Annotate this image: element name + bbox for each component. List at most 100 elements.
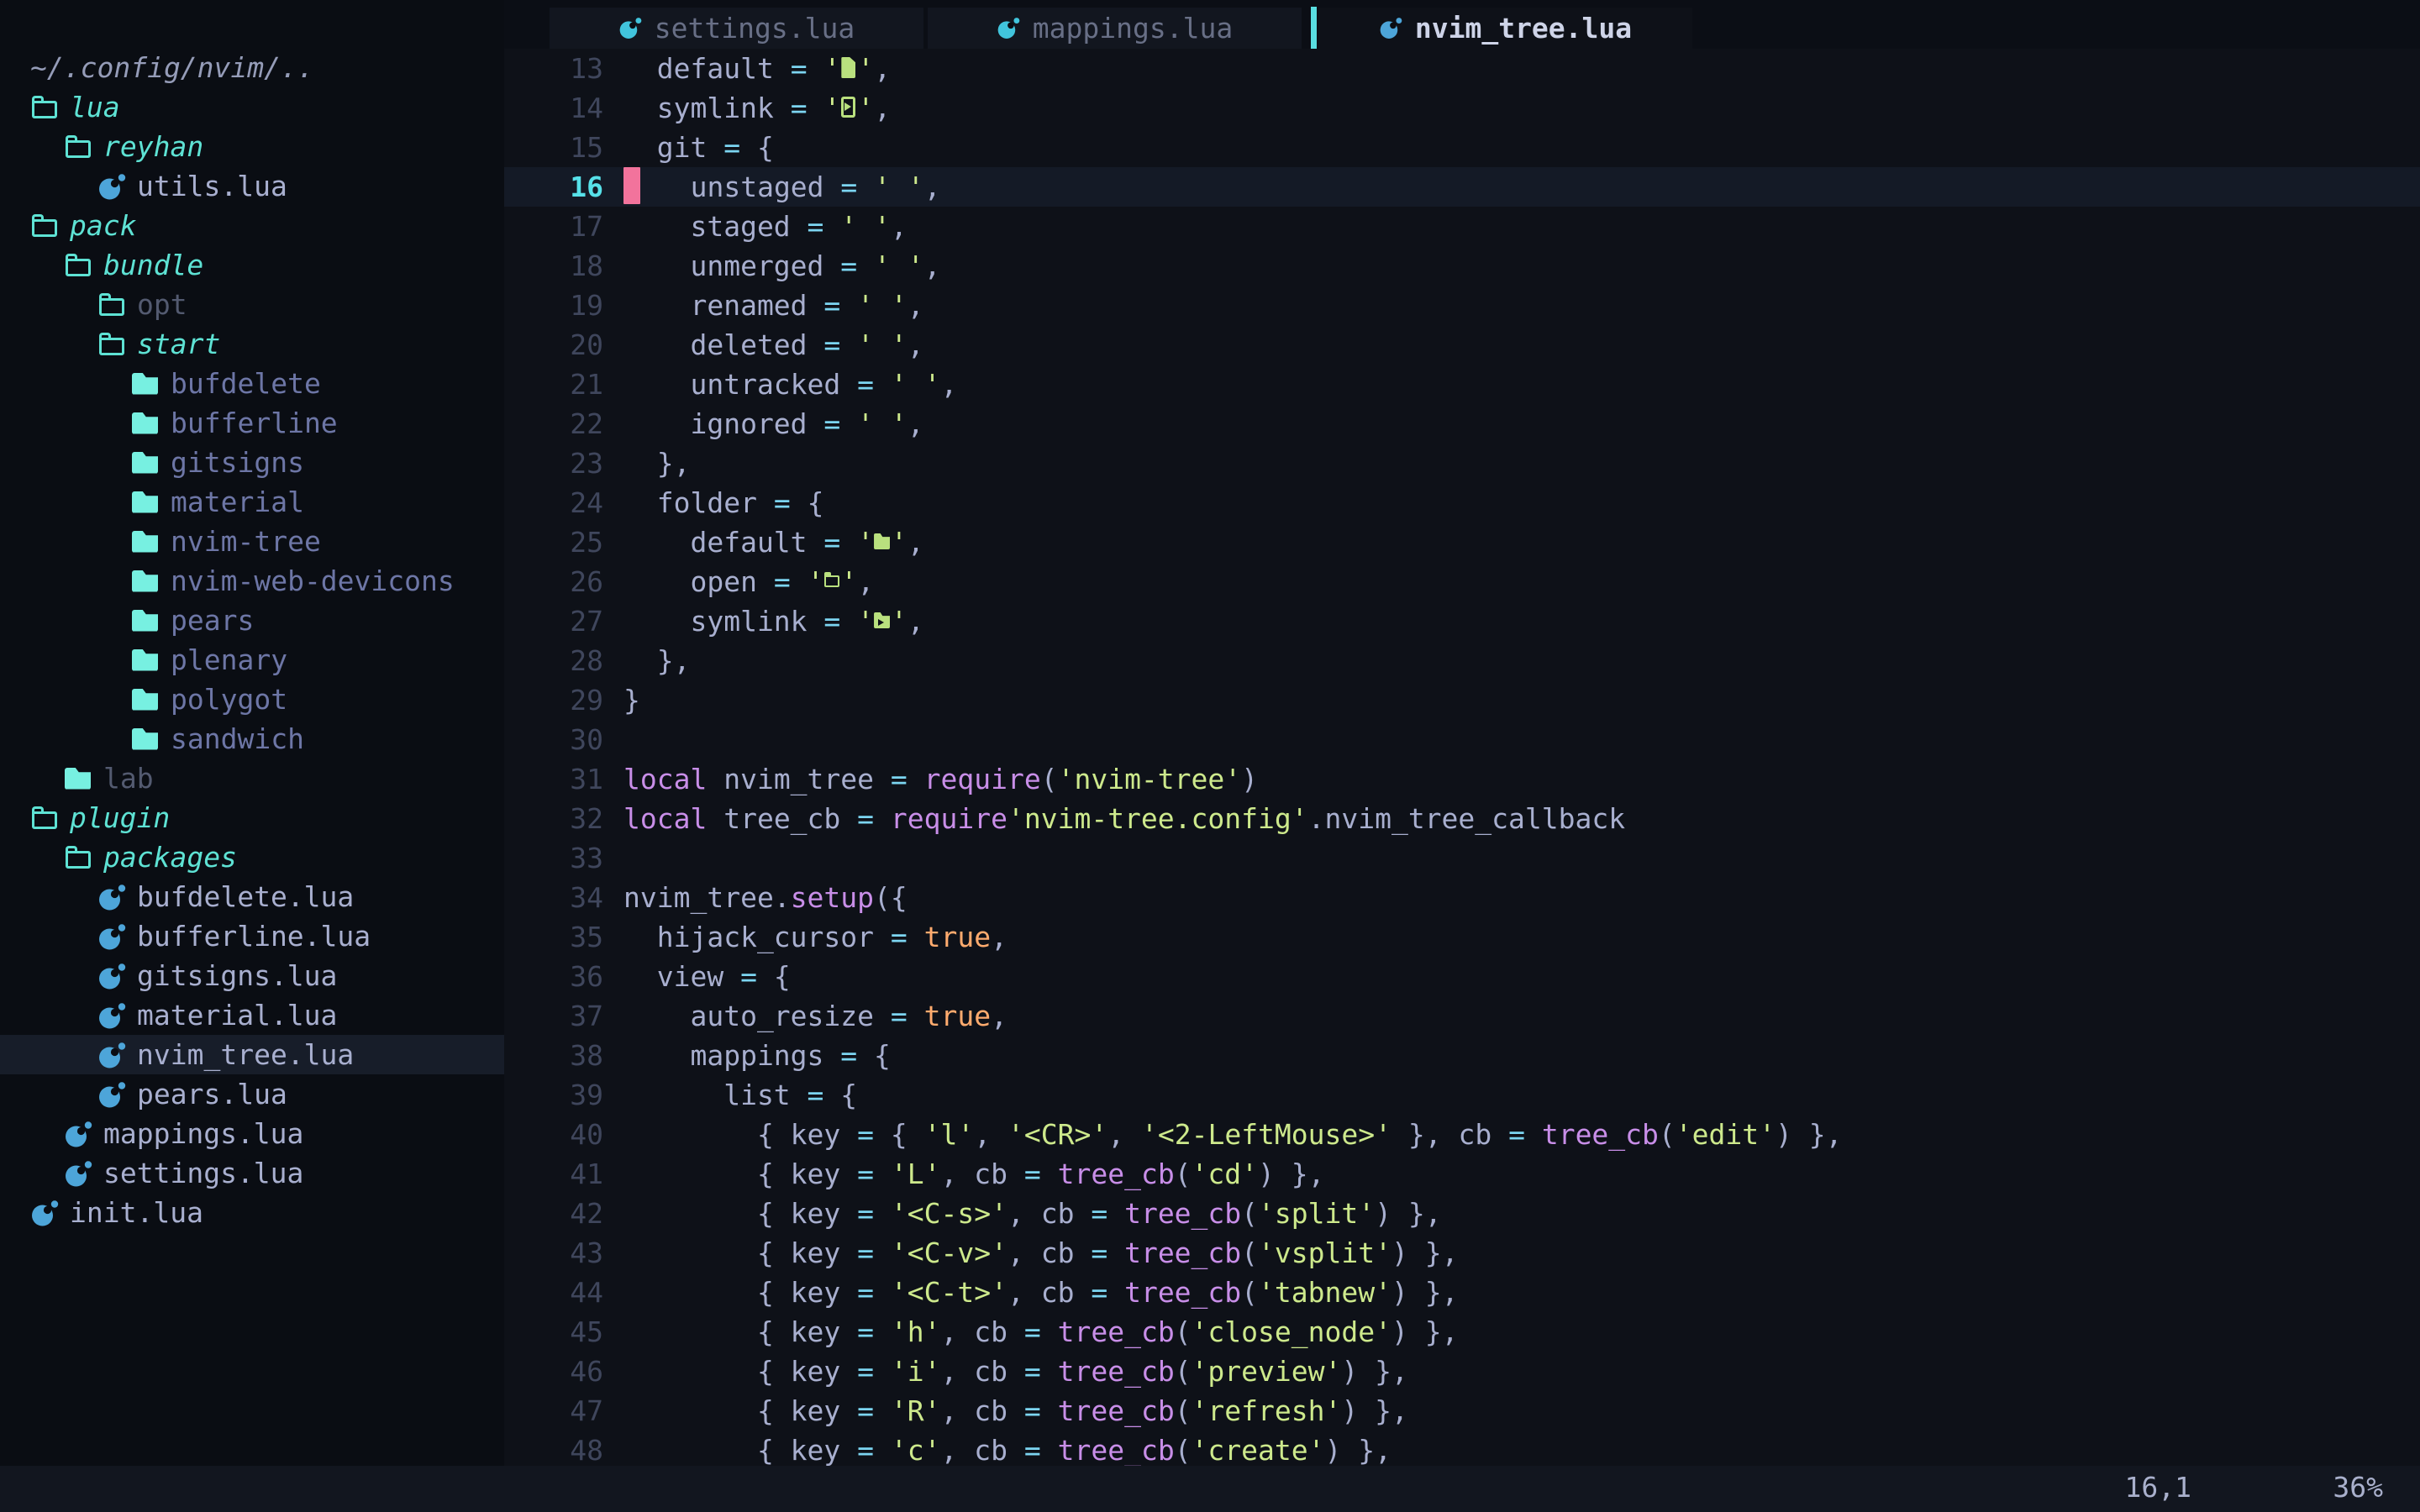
lua-file-icon xyxy=(97,171,126,202)
code-line[interactable]: 19 renamed = ' ', xyxy=(504,286,2420,325)
folder-icon xyxy=(131,645,160,675)
line-number: 32 xyxy=(504,799,603,838)
tree-item-init-lua[interactable]: init.lua xyxy=(0,1193,504,1232)
tree-item-nvim-tree-lua[interactable]: nvim_tree.lua xyxy=(0,1035,504,1074)
code-line[interactable]: 40 { key = { 'l', '<CR>', '<2-LeftMouse>… xyxy=(504,1115,2420,1154)
code-line[interactable]: 43 { key = '<C-v>', cb = tree_cb('vsplit… xyxy=(504,1233,2420,1273)
tree-item-pears[interactable]: pears xyxy=(0,601,504,640)
lua-icon xyxy=(1379,17,1402,40)
code-line[interactable]: 25 default = '', xyxy=(504,522,2420,562)
folder-icon xyxy=(131,408,160,438)
tree-item-nvim-web-devicons[interactable]: nvim-web-devicons xyxy=(0,561,504,601)
line-number: 24 xyxy=(504,483,603,522)
tree-item-gitsigns-lua[interactable]: gitsigns.lua xyxy=(0,956,504,995)
tree-item-label: nvim-web-devicons xyxy=(171,564,455,597)
tree-item-material[interactable]: material xyxy=(0,482,504,522)
code-line[interactable]: 48 { key = 'c', cb = tree_cb('create') }… xyxy=(504,1431,2420,1470)
lua-file-icon xyxy=(97,1040,126,1070)
tree-item-label: nvim_tree.lua xyxy=(137,1038,354,1071)
code-line[interactable]: 42 { key = '<C-s>', cb = tree_cb('split'… xyxy=(504,1194,2420,1233)
line-number: 30 xyxy=(504,720,603,759)
tree-item-bufdelete[interactable]: bufdelete xyxy=(0,364,504,403)
code-line[interactable]: 27 symlink = '', xyxy=(504,601,2420,641)
tree-item-pears-lua[interactable]: pears.lua xyxy=(0,1074,504,1114)
code-line[interactable]: 17 staged = ' ', xyxy=(504,207,2420,246)
tree-item-label: lab xyxy=(103,762,154,795)
tree-item-bufferline[interactable]: bufferline xyxy=(0,403,504,443)
tree-item-mappings-lua[interactable]: mappings.lua xyxy=(0,1114,504,1153)
tree-item-reyhan[interactable]: reyhan xyxy=(0,127,504,166)
code-line[interactable]: 34nvim_tree.setup({ xyxy=(504,878,2420,917)
tree-item-packages[interactable]: packages xyxy=(0,837,504,877)
tree-item-lab[interactable]: lab xyxy=(0,759,504,798)
tab-mappings-lua[interactable]: mappings.lua xyxy=(928,8,1302,49)
folder-open-icon xyxy=(64,843,92,873)
tree-item-bufdelete-lua[interactable]: bufdelete.lua xyxy=(0,877,504,916)
tree-item-config-nvim[interactable]: ~/.config/nvim/.. xyxy=(0,48,504,87)
code-line[interactable]: 41 { key = 'L', cb = tree_cb('cd') }, xyxy=(504,1154,2420,1194)
code-line[interactable]: 15 git = { xyxy=(504,128,2420,167)
tree-item-plenary[interactable]: plenary xyxy=(0,640,504,680)
tree-item-label: material.lua xyxy=(137,999,337,1032)
line-number: 25 xyxy=(504,522,603,562)
code-line[interactable]: 36 view = { xyxy=(504,957,2420,996)
tree-item-opt[interactable]: opt xyxy=(0,285,504,324)
code-line[interactable]: 22 ignored = ' ', xyxy=(504,404,2420,444)
code-line[interactable]: 21 untracked = ' ', xyxy=(504,365,2420,404)
code-text: view = { xyxy=(623,960,791,993)
code-line[interactable]: 39 list = { xyxy=(504,1075,2420,1115)
tree-item-start[interactable]: start xyxy=(0,324,504,364)
code-line[interactable]: 16 unstaged = ' ', xyxy=(504,167,2420,207)
code-line[interactable]: 31local nvim_tree = require('nvim-tree') xyxy=(504,759,2420,799)
tree-item-utils-lua[interactable]: utils.lua xyxy=(0,166,504,206)
code-line[interactable]: 24 folder = { xyxy=(504,483,2420,522)
tree-item-settings-lua[interactable]: settings.lua xyxy=(0,1153,504,1193)
code-line[interactable]: 38 mappings = { xyxy=(504,1036,2420,1075)
code-line[interactable]: 18 unmerged = ' ', xyxy=(504,246,2420,286)
code-text: { key = 'L', cb = tree_cb('cd') }, xyxy=(623,1158,1325,1190)
tree-item-gitsigns[interactable]: gitsigns xyxy=(0,443,504,482)
code-editor[interactable]: 13 default = '',14 symlink = '',15 git =… xyxy=(504,49,2420,1512)
code-line[interactable]: 33 xyxy=(504,838,2420,878)
code-line[interactable]: 26 open = '', xyxy=(504,562,2420,601)
tree-item-bufferline-lua[interactable]: bufferline.lua xyxy=(0,916,504,956)
code-line[interactable]: 20 deleted = ' ', xyxy=(504,325,2420,365)
tree-item-polygot[interactable]: polygot xyxy=(0,680,504,719)
code-line[interactable]: 28 }, xyxy=(504,641,2420,680)
code-line[interactable]: 23 }, xyxy=(504,444,2420,483)
code-line[interactable]: 30 xyxy=(504,720,2420,759)
code-line[interactable]: 37 auto_resize = true, xyxy=(504,996,2420,1036)
code-line[interactable]: 45 { key = 'h', cb = tree_cb('close_node… xyxy=(504,1312,2420,1352)
tree-item-label: pears.lua xyxy=(137,1078,287,1110)
code-line[interactable]: 13 default = '', xyxy=(504,49,2420,88)
code-line[interactable]: 14 symlink = '', xyxy=(504,88,2420,128)
code-line[interactable]: 47 { key = 'R', cb = tree_cb('refresh') … xyxy=(504,1391,2420,1431)
code-text: symlink = '', xyxy=(623,92,891,124)
code-text: deleted = ' ', xyxy=(623,328,924,361)
tree-item-nvim-tree[interactable]: nvim-tree xyxy=(0,522,504,561)
code-text: hijack_cursor = true, xyxy=(623,921,1007,953)
tree-item-label: settings.lua xyxy=(103,1157,303,1189)
tree-item-plugin[interactable]: plugin xyxy=(0,798,504,837)
code-line[interactable]: 32local tree_cb = require'nvim-tree.conf… xyxy=(504,799,2420,838)
tree-item-pack[interactable]: pack xyxy=(0,206,504,245)
tree-item-bundle[interactable]: bundle xyxy=(0,245,504,285)
line-number: 33 xyxy=(504,838,603,878)
tab-nvim-tree-lua[interactable]: nvim_tree.lua xyxy=(1318,8,1692,49)
code-line[interactable]: 35 hijack_cursor = true, xyxy=(504,917,2420,957)
folder-open-icon xyxy=(30,803,59,833)
tree-item-label: lua xyxy=(70,91,120,123)
tab-settings-lua[interactable]: settings.lua xyxy=(550,8,923,49)
nvim-tree-panel[interactable]: ~/.config/nvim/..luareyhanutils.luapackb… xyxy=(0,0,504,1466)
code-line[interactable]: 44 { key = '<C-t>', cb = tree_cb('tabnew… xyxy=(504,1273,2420,1312)
tree-item-material-lua[interactable]: material.lua xyxy=(0,995,504,1035)
tree-item-label: packages xyxy=(103,841,237,874)
tree-item-label: material xyxy=(171,486,304,518)
code-line[interactable]: 29} xyxy=(504,680,2420,720)
code-text: mappings = { xyxy=(623,1039,891,1072)
tree-item-sandwich[interactable]: sandwich xyxy=(0,719,504,759)
code-line[interactable]: 46 { key = 'i', cb = tree_cb('preview') … xyxy=(504,1352,2420,1391)
tree-item-lua[interactable]: lua xyxy=(0,87,504,127)
folder-icon xyxy=(131,448,160,478)
tree-item-label: sandwich xyxy=(171,722,304,755)
